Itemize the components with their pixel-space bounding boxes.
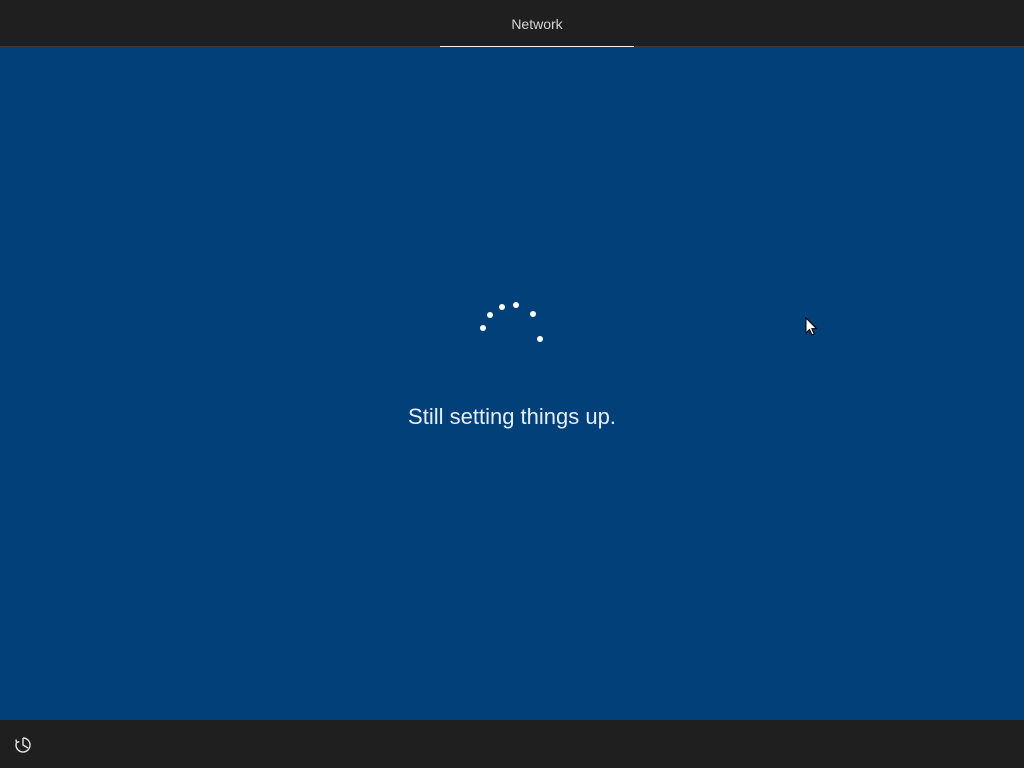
spinner-dot xyxy=(530,311,536,317)
oobe-screen: Network Still setting things up. xyxy=(0,0,1024,768)
spinner-dot xyxy=(499,304,505,310)
tab-network: Network xyxy=(440,0,634,48)
ease-of-access-icon xyxy=(15,737,31,753)
mouse-pointer-icon xyxy=(805,317,818,336)
loading-dots-icon xyxy=(480,302,543,342)
spinner-dot xyxy=(480,325,486,331)
spinner-dot xyxy=(537,336,543,342)
spinner-dot xyxy=(487,312,493,318)
setup-progress-panel: Still setting things up. xyxy=(0,47,1024,720)
bottom-bar xyxy=(0,720,1024,768)
top-bar: Network xyxy=(0,0,1024,48)
tab-network-label: Network xyxy=(511,16,563,32)
spinner-dot xyxy=(513,302,519,308)
status-message: Still setting things up. xyxy=(408,404,616,429)
ease-of-access-button[interactable] xyxy=(12,734,34,756)
